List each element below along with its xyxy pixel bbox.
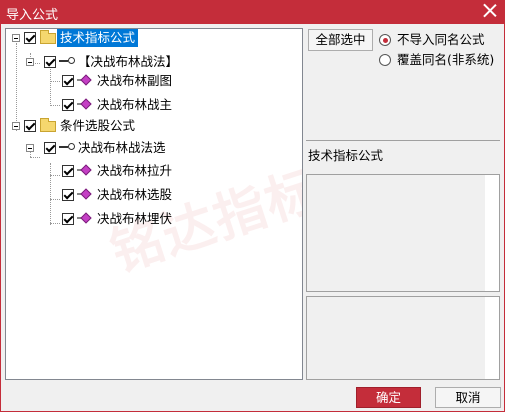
select-all-button[interactable]: 全部选中 <box>308 29 373 51</box>
checkbox[interactable] <box>24 120 36 132</box>
tree-line <box>30 157 40 158</box>
radio-overwrite-same-name[interactable] <box>379 54 391 66</box>
section-label: 技术指标公式 <box>308 148 384 163</box>
tree-node-formula[interactable]: 决战布林埋伏 <box>6 210 302 228</box>
checkbox[interactable] <box>62 99 74 111</box>
tree-node-label: 【决战布林战法】 <box>78 54 179 69</box>
checkbox[interactable] <box>44 142 56 154</box>
tree-node-label: 决战布林埋伏 <box>97 211 173 226</box>
formula-info-box[interactable] <box>306 174 500 292</box>
window-title: 导入公式 <box>6 8 59 23</box>
checkbox[interactable] <box>62 75 74 87</box>
title-bar: 导入公式 <box>0 0 505 24</box>
checkbox[interactable] <box>24 32 36 44</box>
gem-icon <box>77 99 91 109</box>
key-icon <box>59 56 75 66</box>
radio-label: 不导入同名公式 <box>397 32 485 47</box>
gem-icon <box>77 189 91 199</box>
collapse-icon[interactable] <box>12 34 20 42</box>
scrollbar[interactable] <box>485 297 499 379</box>
radio-label: 覆盖同名(非系统) <box>397 52 495 67</box>
collapse-icon[interactable] <box>12 122 20 130</box>
tree-node-strategy[interactable]: 决战布林战法选 <box>6 139 302 157</box>
tree-node-label: 决战布林战主 <box>97 97 173 112</box>
tree-node-formula[interactable]: 决战布林选股 <box>6 186 302 204</box>
confirm-button[interactable]: 确定 <box>356 387 421 408</box>
folder-icon <box>40 118 56 132</box>
checkbox[interactable] <box>62 165 74 177</box>
tree-node-formula[interactable]: 决战布林拉升 <box>6 162 302 180</box>
formula-tree[interactable]: 铭达指标 技术指标公式 【决战布林战法】 决战布林副图 决战布林战主 条件选股公… <box>5 28 303 380</box>
folder-icon <box>40 30 56 44</box>
gem-icon <box>77 165 91 175</box>
collapse-icon[interactable] <box>26 58 34 66</box>
formula-description-box[interactable] <box>306 296 500 380</box>
tree-node-label: 决战布林选股 <box>97 187 173 202</box>
collapse-icon[interactable] <box>26 144 34 152</box>
tree-node-label: 决战布林副图 <box>97 73 173 88</box>
tree-node-tech-formulas[interactable]: 技术指标公式 <box>6 29 302 47</box>
gem-icon <box>77 213 91 223</box>
checkbox[interactable] <box>44 56 56 68</box>
tree-node-formula[interactable]: 决战布林战主 <box>6 96 302 114</box>
tree-node-screening-formulas[interactable]: 条件选股公式 <box>6 117 302 135</box>
tree-node-formula[interactable]: 决战布林副图 <box>6 72 302 90</box>
window-border-left <box>0 24 1 412</box>
checkbox[interactable] <box>62 213 74 225</box>
close-icon[interactable] <box>483 3 497 17</box>
tree-node-label: 技术指标公式 <box>57 29 139 47</box>
divider <box>306 140 500 141</box>
cancel-button[interactable]: 取消 <box>435 387 501 408</box>
tree-node-label: 决战布林战法选 <box>78 140 166 155</box>
checkbox[interactable] <box>62 189 74 201</box>
tree-node-label: 条件选股公式 <box>60 118 136 133</box>
gem-icon <box>77 75 91 85</box>
tree-node-strategy[interactable]: 【决战布林战法】 <box>6 53 302 71</box>
radio-skip-same-name[interactable] <box>379 34 391 46</box>
tree-node-label: 决战布林拉升 <box>97 163 173 178</box>
scrollbar[interactable] <box>485 175 499 291</box>
key-icon <box>59 142 75 152</box>
